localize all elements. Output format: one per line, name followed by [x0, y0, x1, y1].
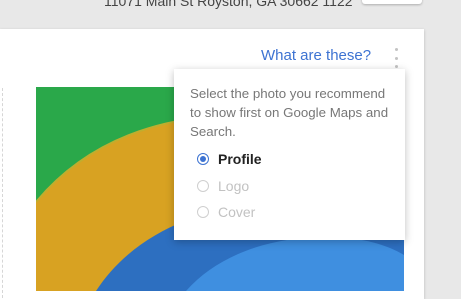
option-cover-label: Cover [218, 204, 256, 220]
option-cover[interactable]: Cover [197, 202, 255, 222]
option-logo[interactable]: Logo [197, 176, 249, 196]
business-address: 11071 Main St Royston, GA 30662 1122 [104, 0, 353, 9]
radio-cover[interactable] [197, 206, 209, 218]
option-profile-label: Profile [218, 151, 262, 167]
top-bar: 11071 Main St Royston, GA 30662 1122 [0, 0, 461, 28]
what-are-these-link[interactable]: What are these? [261, 47, 371, 64]
top-action-button[interactable] [362, 0, 422, 4]
photo-type-popup: Select the photo you recommend to show f… [174, 69, 405, 240]
option-profile[interactable]: Profile [197, 149, 262, 169]
radio-logo[interactable] [197, 180, 209, 192]
radio-profile[interactable] [197, 153, 209, 165]
popup-description: Select the photo you recommend to show f… [190, 86, 389, 139]
dashed-divider [2, 88, 3, 298]
option-logo-label: Logo [218, 178, 250, 194]
more-vert-icon[interactable] [392, 48, 400, 68]
